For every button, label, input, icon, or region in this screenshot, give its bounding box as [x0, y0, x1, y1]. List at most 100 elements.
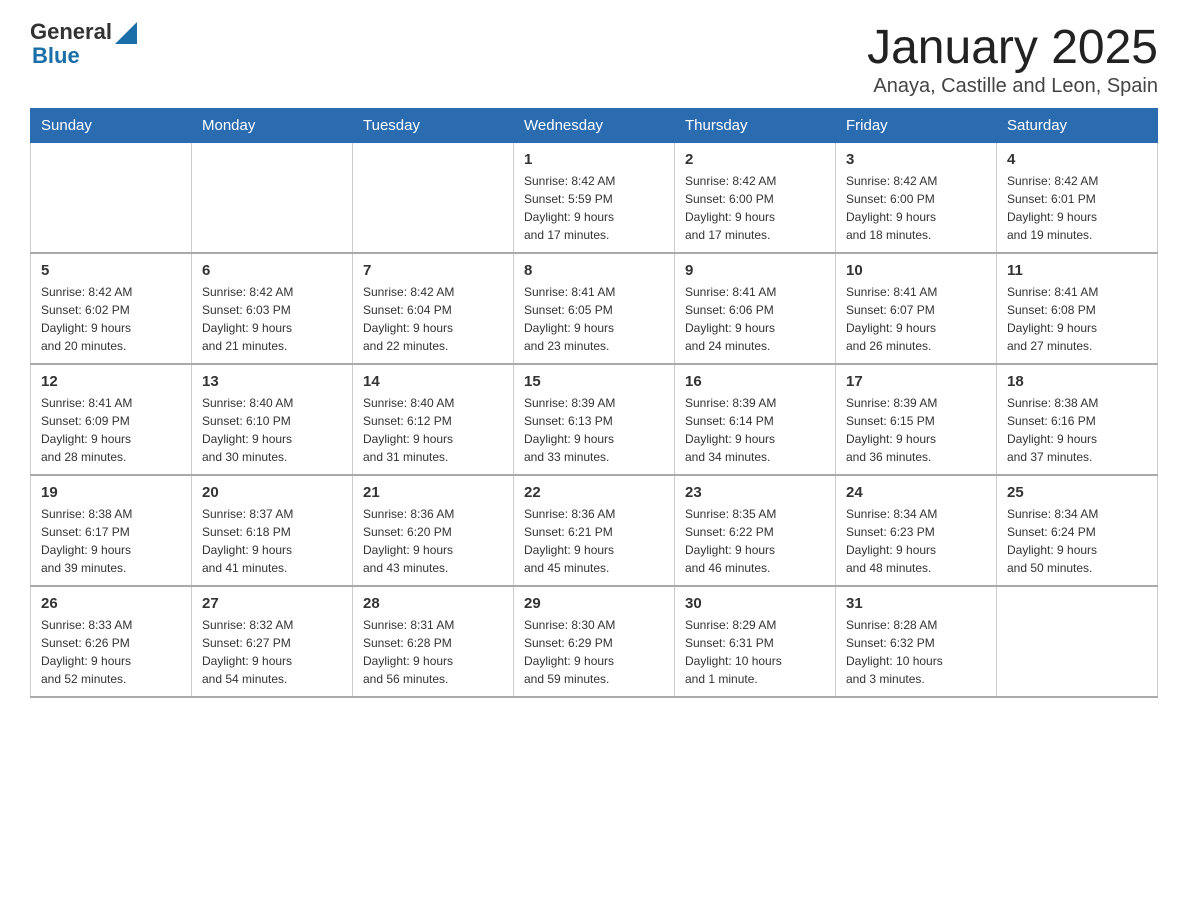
day-info: Sunrise: 8:39 AM Sunset: 6:14 PM Dayligh…: [685, 394, 825, 466]
day-info: Sunrise: 8:40 AM Sunset: 6:12 PM Dayligh…: [363, 394, 503, 466]
calendar-header-row: Sunday Monday Tuesday Wednesday Thursday…: [31, 109, 1158, 143]
table-row: 7Sunrise: 8:42 AM Sunset: 6:04 PM Daylig…: [353, 253, 514, 364]
day-number: 14: [363, 373, 503, 390]
table-row: 31 Sunrise: 8:28 AM Sunset: 6:32 PM Dayli…: [836, 586, 997, 697]
week-row-5: 26 Sunrise: 8:33 AM Sunset: 6:26 PM Dayli…: [31, 586, 1158, 697]
day-number: 15: [524, 373, 664, 390]
day-info: Sunrise: 8:41 AM Sunset: 6:05 PM Dayligh…: [524, 283, 664, 355]
day-number: 9: [685, 262, 825, 279]
table-row: 3 Sunrise: 8:42 AM Sunset: 6:00 PM Daylig…: [836, 143, 997, 254]
table-row: [192, 143, 353, 254]
table-row: 11 Sunrise: 8:41 AM Sunset: 6:08 PM Dayli…: [997, 253, 1158, 364]
day-number: 20: [202, 484, 342, 501]
col-friday: Friday: [836, 109, 997, 143]
page-header: General Blue January 2025 Anaya, Castill…: [30, 20, 1158, 98]
day-number: 24: [846, 484, 986, 501]
table-row: 9 Sunrise: 8:41 AM Sunset: 6:06 PM Daylig…: [675, 253, 836, 364]
day-info: Sunrise: 8:42 AM Sunset: 6:03 PM Dayligh…: [202, 283, 342, 355]
day-number: 29: [524, 595, 664, 612]
table-row: 23 Sunrise: 8:35 AM Sunset: 6:22 PM Dayli…: [675, 475, 836, 586]
logo-text-blue: Blue: [32, 44, 137, 68]
day-info: Sunrise: 8:41 AM Sunset: 6:08 PM Dayligh…: [1007, 283, 1147, 355]
day-info: Sunrise: 8:41 AM Sunset: 6:06 PM Dayligh…: [685, 283, 825, 355]
table-row: 21 Sunrise: 8:36 AM Sunset: 6:20 PM Dayli…: [353, 475, 514, 586]
table-row: 29 Sunrise: 8:30 AM Sunset: 6:29 PM Dayli…: [514, 586, 675, 697]
table-row: 18Sunrise: 8:38 AM Sunset: 6:16 PM Dayli…: [997, 364, 1158, 475]
table-row: 17 Sunrise: 8:39 AM Sunset: 6:15 PM Dayli…: [836, 364, 997, 475]
table-row: 16Sunrise: 8:39 AM Sunset: 6:14 PM Dayli…: [675, 364, 836, 475]
day-number: 22: [524, 484, 664, 501]
table-row: 8 Sunrise: 8:41 AM Sunset: 6:05 PM Daylig…: [514, 253, 675, 364]
table-row: 25 Sunrise: 8:34 AM Sunset: 6:24 PM Dayli…: [997, 475, 1158, 586]
day-number: 30: [685, 595, 825, 612]
day-info: Sunrise: 8:32 AM Sunset: 6:27 PM Dayligh…: [202, 616, 342, 688]
day-number: 7: [363, 262, 503, 279]
day-number: 23: [685, 484, 825, 501]
table-row: 13 Sunrise: 8:40 AM Sunset: 6:10 PM Dayli…: [192, 364, 353, 475]
table-row: 12 Sunrise: 8:41 AM Sunset: 6:09 PM Dayli…: [31, 364, 192, 475]
day-info: Sunrise: 8:28 AM Sunset: 6:32 PM Dayligh…: [846, 616, 986, 688]
day-number: 25: [1007, 484, 1147, 501]
day-info: Sunrise: 8:36 AM Sunset: 6:20 PM Dayligh…: [363, 505, 503, 577]
day-info: Sunrise: 8:35 AM Sunset: 6:22 PM Dayligh…: [685, 505, 825, 577]
day-number: 11: [1007, 262, 1147, 279]
day-number: 27: [202, 595, 342, 612]
day-info: Sunrise: 8:39 AM Sunset: 6:13 PM Dayligh…: [524, 394, 664, 466]
day-info: Sunrise: 8:34 AM Sunset: 6:24 PM Dayligh…: [1007, 505, 1147, 577]
table-row: 22 Sunrise: 8:36 AM Sunset: 6:21 PM Dayli…: [514, 475, 675, 586]
week-row-1: 1 Sunrise: 8:42 AM Sunset: 5:59 PM Daylig…: [31, 143, 1158, 254]
table-row: 28Sunrise: 8:31 AM Sunset: 6:28 PM Dayli…: [353, 586, 514, 697]
table-row: 14 Sunrise: 8:40 AM Sunset: 6:12 PM Dayli…: [353, 364, 514, 475]
day-number: 31: [846, 595, 986, 612]
day-number: 21: [363, 484, 503, 501]
day-info: Sunrise: 8:42 AM Sunset: 5:59 PM Dayligh…: [524, 172, 664, 244]
day-info: Sunrise: 8:33 AM Sunset: 6:26 PM Dayligh…: [41, 616, 181, 688]
table-row: 15 Sunrise: 8:39 AM Sunset: 6:13 PM Dayli…: [514, 364, 675, 475]
day-number: 12: [41, 373, 181, 390]
col-thursday: Thursday: [675, 109, 836, 143]
day-info: Sunrise: 8:37 AM Sunset: 6:18 PM Dayligh…: [202, 505, 342, 577]
day-number: 10: [846, 262, 986, 279]
day-info: Sunrise: 8:41 AM Sunset: 6:07 PM Dayligh…: [846, 283, 986, 355]
week-row-4: 19Sunrise: 8:38 AM Sunset: 6:17 PM Dayli…: [31, 475, 1158, 586]
logo-triangle-icon: [115, 22, 137, 44]
day-info: Sunrise: 8:42 AM Sunset: 6:00 PM Dayligh…: [846, 172, 986, 244]
day-info: Sunrise: 8:38 AM Sunset: 6:16 PM Dayligh…: [1007, 394, 1147, 466]
col-tuesday: Tuesday: [353, 109, 514, 143]
table-row: 24Sunrise: 8:34 AM Sunset: 6:23 PM Dayli…: [836, 475, 997, 586]
day-info: Sunrise: 8:30 AM Sunset: 6:29 PM Dayligh…: [524, 616, 664, 688]
week-row-2: 5 Sunrise: 8:42 AM Sunset: 6:02 PM Daylig…: [31, 253, 1158, 364]
day-number: 1: [524, 151, 664, 168]
logo: General Blue: [30, 20, 137, 68]
col-sunday: Sunday: [31, 109, 192, 143]
day-info: Sunrise: 8:40 AM Sunset: 6:10 PM Dayligh…: [202, 394, 342, 466]
day-number: 5: [41, 262, 181, 279]
day-number: 8: [524, 262, 664, 279]
day-number: 17: [846, 373, 986, 390]
day-number: 4: [1007, 151, 1147, 168]
table-row: 4Sunrise: 8:42 AM Sunset: 6:01 PM Daylig…: [997, 143, 1158, 254]
day-info: Sunrise: 8:31 AM Sunset: 6:28 PM Dayligh…: [363, 616, 503, 688]
day-number: 3: [846, 151, 986, 168]
day-info: Sunrise: 8:41 AM Sunset: 6:09 PM Dayligh…: [41, 394, 181, 466]
calendar-table: Sunday Monday Tuesday Wednesday Thursday…: [30, 108, 1158, 698]
col-monday: Monday: [192, 109, 353, 143]
table-row: 20 Sunrise: 8:37 AM Sunset: 6:18 PM Dayli…: [192, 475, 353, 586]
col-wednesday: Wednesday: [514, 109, 675, 143]
title-section: January 2025 Anaya, Castille and Leon, S…: [867, 20, 1158, 98]
day-info: Sunrise: 8:42 AM Sunset: 6:02 PM Dayligh…: [41, 283, 181, 355]
day-number: 19: [41, 484, 181, 501]
day-number: 13: [202, 373, 342, 390]
table-row: 27 Sunrise: 8:32 AM Sunset: 6:27 PM Dayli…: [192, 586, 353, 697]
col-saturday: Saturday: [997, 109, 1158, 143]
table-row: 30 Sunrise: 8:29 AM Sunset: 6:31 PM Dayli…: [675, 586, 836, 697]
day-number: 26: [41, 595, 181, 612]
table-row: 26 Sunrise: 8:33 AM Sunset: 6:26 PM Dayli…: [31, 586, 192, 697]
day-info: Sunrise: 8:39 AM Sunset: 6:15 PM Dayligh…: [846, 394, 986, 466]
day-info: Sunrise: 8:36 AM Sunset: 6:21 PM Dayligh…: [524, 505, 664, 577]
table-row: 1 Sunrise: 8:42 AM Sunset: 5:59 PM Daylig…: [514, 143, 675, 254]
table-row: 2Sunrise: 8:42 AM Sunset: 6:00 PM Daylig…: [675, 143, 836, 254]
day-info: Sunrise: 8:29 AM Sunset: 6:31 PM Dayligh…: [685, 616, 825, 688]
day-number: 2: [685, 151, 825, 168]
table-row: [997, 586, 1158, 697]
